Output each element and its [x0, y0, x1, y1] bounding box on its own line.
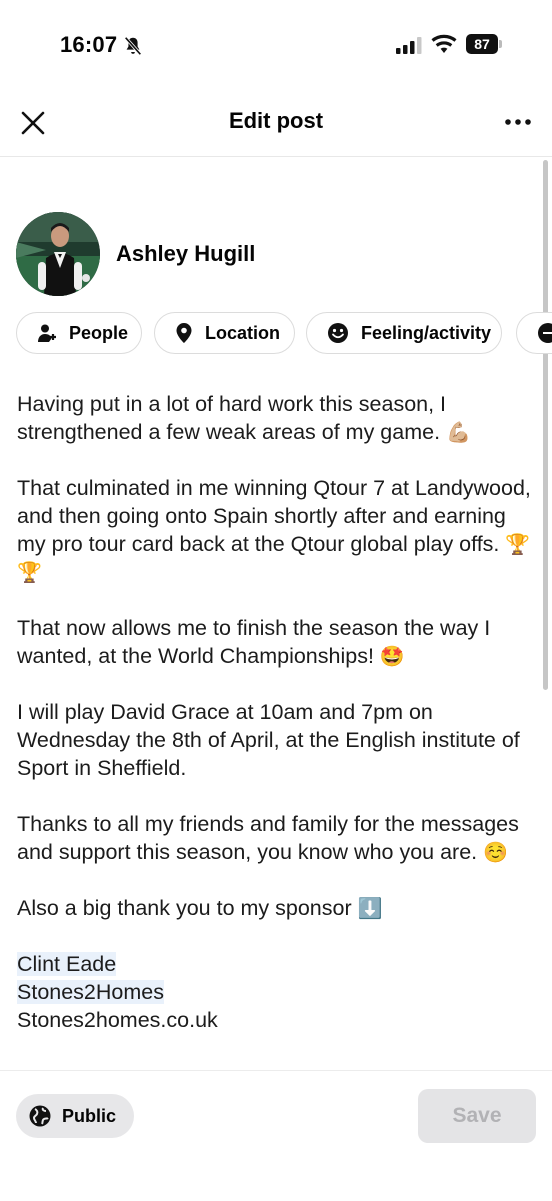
post-paragraph: I will play David Grace at 10am and 7pm …	[17, 700, 520, 780]
location-pin-icon	[176, 323, 192, 343]
post-paragraph: Having put in a lot of hard work this se…	[17, 392, 471, 444]
location-chip[interactable]: Location	[154, 312, 295, 354]
status-time: 16:07	[60, 32, 118, 57]
tag-icon	[538, 323, 552, 343]
footer-bar: Public Save	[0, 1070, 552, 1201]
signal-icon	[396, 37, 422, 54]
mention-stones2homes[interactable]: Stones2Homes	[17, 980, 164, 1004]
post-link-text: Stones2homes.co.uk	[17, 1008, 218, 1032]
feeling-chip-label: Feeling/activity	[361, 322, 492, 343]
audience-label: Public	[62, 1105, 117, 1126]
post-paragraph: Also a big thank you to my sponsor ⬇️	[17, 896, 383, 920]
post-paragraph: That culminated in me winning Qtour 7 at…	[17, 476, 531, 584]
people-chip[interactable]: People	[16, 312, 142, 354]
feeling-activity-chip[interactable]: Feeling/activity	[306, 312, 502, 354]
post-options-row: People Location Feeling/activity	[16, 312, 552, 356]
more-options-chip[interactable]	[516, 312, 552, 354]
smiling-emoji: ☺️	[483, 840, 509, 864]
post-paragraph: Thanks to all my friends and family for …	[17, 812, 519, 864]
smiley-icon	[328, 323, 348, 343]
bell-off-icon	[124, 36, 142, 56]
mention-clint-eade[interactable]: Clint Eade	[17, 952, 117, 976]
save-button[interactable]: Save	[418, 1089, 536, 1143]
globe-icon	[29, 1105, 51, 1127]
header-bar: Edit post	[0, 90, 552, 157]
author-name[interactable]: Ashley Hugill	[116, 241, 255, 267]
post-paragraph: That now allows me to finish the season …	[17, 616, 491, 668]
wifi-icon	[431, 34, 457, 53]
avatar[interactable]	[16, 212, 100, 296]
more-icon[interactable]	[500, 110, 536, 134]
audience-selector[interactable]: Public	[16, 1094, 135, 1138]
star-struck-emoji: 🤩	[379, 644, 405, 668]
page-title: Edit post	[228, 108, 324, 133]
down-arrow-emoji: ⬇️	[357, 896, 383, 920]
battery-level: 87	[466, 34, 498, 54]
flexed-bicep-emoji: 💪🏼	[446, 420, 471, 444]
people-chip-label: People	[69, 322, 129, 343]
battery-icon: 87	[466, 34, 504, 54]
post-text-editor[interactable]: Having put in a lot of hard work this se…	[17, 390, 537, 1034]
scrollbar[interactable]	[543, 160, 548, 690]
status-bar: 16:07 87	[0, 0, 552, 90]
location-chip-label: Location	[205, 322, 280, 343]
people-icon	[38, 324, 56, 342]
